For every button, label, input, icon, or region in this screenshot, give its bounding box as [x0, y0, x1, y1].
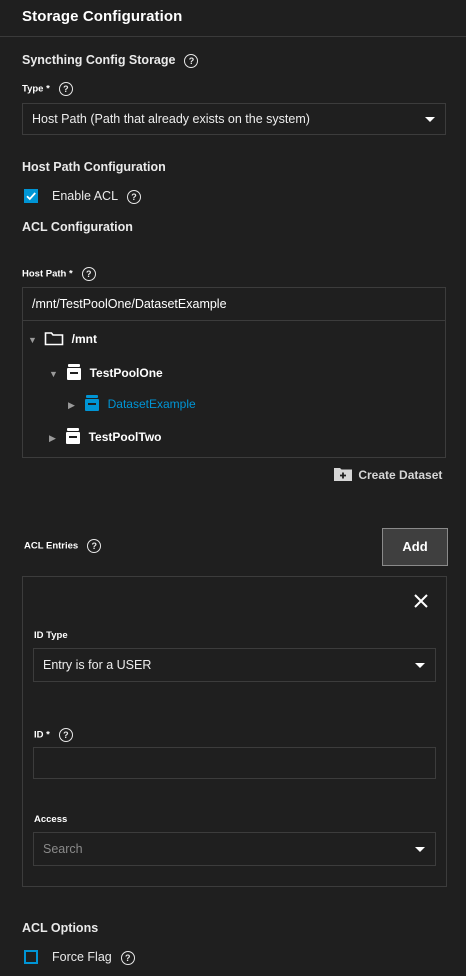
- host-path-explorer: /mnt/TestPoolOne/DatasetExample ▼ /mnt ▼…: [22, 287, 446, 458]
- chevron-down-icon[interactable]: ▼: [49, 369, 58, 379]
- help-icon[interactable]: ?: [81, 267, 96, 281]
- pool-icon: [66, 428, 81, 444]
- force-flag-label: Force Flag?: [52, 950, 135, 965]
- help-icon[interactable]: ?: [58, 82, 73, 96]
- acl-entries-label: ACL Entries?: [24, 539, 102, 553]
- id-type-label: ID Type: [34, 630, 68, 641]
- acl-options-label: ACL Options: [22, 921, 99, 935]
- tree-node-dataset[interactable]: ▶ DatasetExample: [68, 394, 196, 412]
- chevron-right-icon[interactable]: ▶: [49, 433, 56, 443]
- host-path-input[interactable]: /mnt/TestPoolOne/DatasetExample: [23, 288, 445, 321]
- type-select[interactable]: Host Path (Path that already exists on t…: [22, 103, 446, 135]
- acl-entry-card: ID Type Entry is for a USER ID *? Access…: [22, 576, 447, 887]
- access-placeholder: Search: [43, 842, 83, 856]
- force-flag-checkbox[interactable]: [24, 950, 38, 964]
- pool-icon: [67, 364, 82, 380]
- host-path-config-label: Host Path Configuration: [22, 160, 166, 174]
- help-icon[interactable]: ?: [120, 950, 135, 965]
- enable-acl-label: Enable ACL?: [52, 189, 142, 204]
- help-icon[interactable]: ?: [184, 53, 199, 68]
- host-path-label: Host Path *?: [22, 267, 96, 281]
- chevron-down-icon: [415, 847, 425, 852]
- id-label: ID *?: [34, 728, 73, 742]
- create-folder-icon: [334, 468, 352, 481]
- id-type-value: Entry is for a USER: [43, 658, 152, 672]
- config-storage-label: Syncthing Config Storage?: [22, 53, 199, 68]
- type-label: Type *?: [22, 82, 73, 96]
- folder-icon: [44, 332, 64, 346]
- add-acl-entry-button[interactable]: Add: [382, 528, 448, 566]
- id-input[interactable]: [33, 747, 436, 779]
- chevron-down-icon: [425, 117, 435, 122]
- help-icon[interactable]: ?: [87, 539, 102, 553]
- divider: [0, 36, 466, 37]
- tree-node-pool-two[interactable]: ▶ TestPoolTwo: [49, 427, 162, 445]
- tree-node-pool-one[interactable]: ▼ TestPoolOne: [49, 363, 163, 381]
- close-icon[interactable]: [413, 593, 429, 609]
- help-icon[interactable]: ?: [58, 728, 73, 742]
- tree-node-mnt[interactable]: ▼ /mnt: [28, 331, 97, 346]
- chevron-down-icon[interactable]: ▼: [28, 335, 37, 345]
- dataset-icon: [85, 395, 100, 411]
- access-select[interactable]: Search: [33, 832, 436, 866]
- page-title: Storage Configuration: [22, 8, 183, 25]
- chevron-down-icon: [415, 663, 425, 668]
- access-label: Access: [34, 814, 68, 825]
- check-icon: [26, 192, 36, 201]
- enable-acl-checkbox[interactable]: [24, 189, 38, 203]
- create-dataset-button[interactable]: Create Dataset: [333, 466, 442, 482]
- id-type-select[interactable]: Entry is for a USER: [33, 648, 436, 682]
- type-select-value: Host Path (Path that already exists on t…: [32, 112, 310, 126]
- help-icon[interactable]: ?: [127, 189, 142, 204]
- chevron-right-icon[interactable]: ▶: [68, 400, 75, 410]
- acl-config-label: ACL Configuration: [22, 220, 133, 234]
